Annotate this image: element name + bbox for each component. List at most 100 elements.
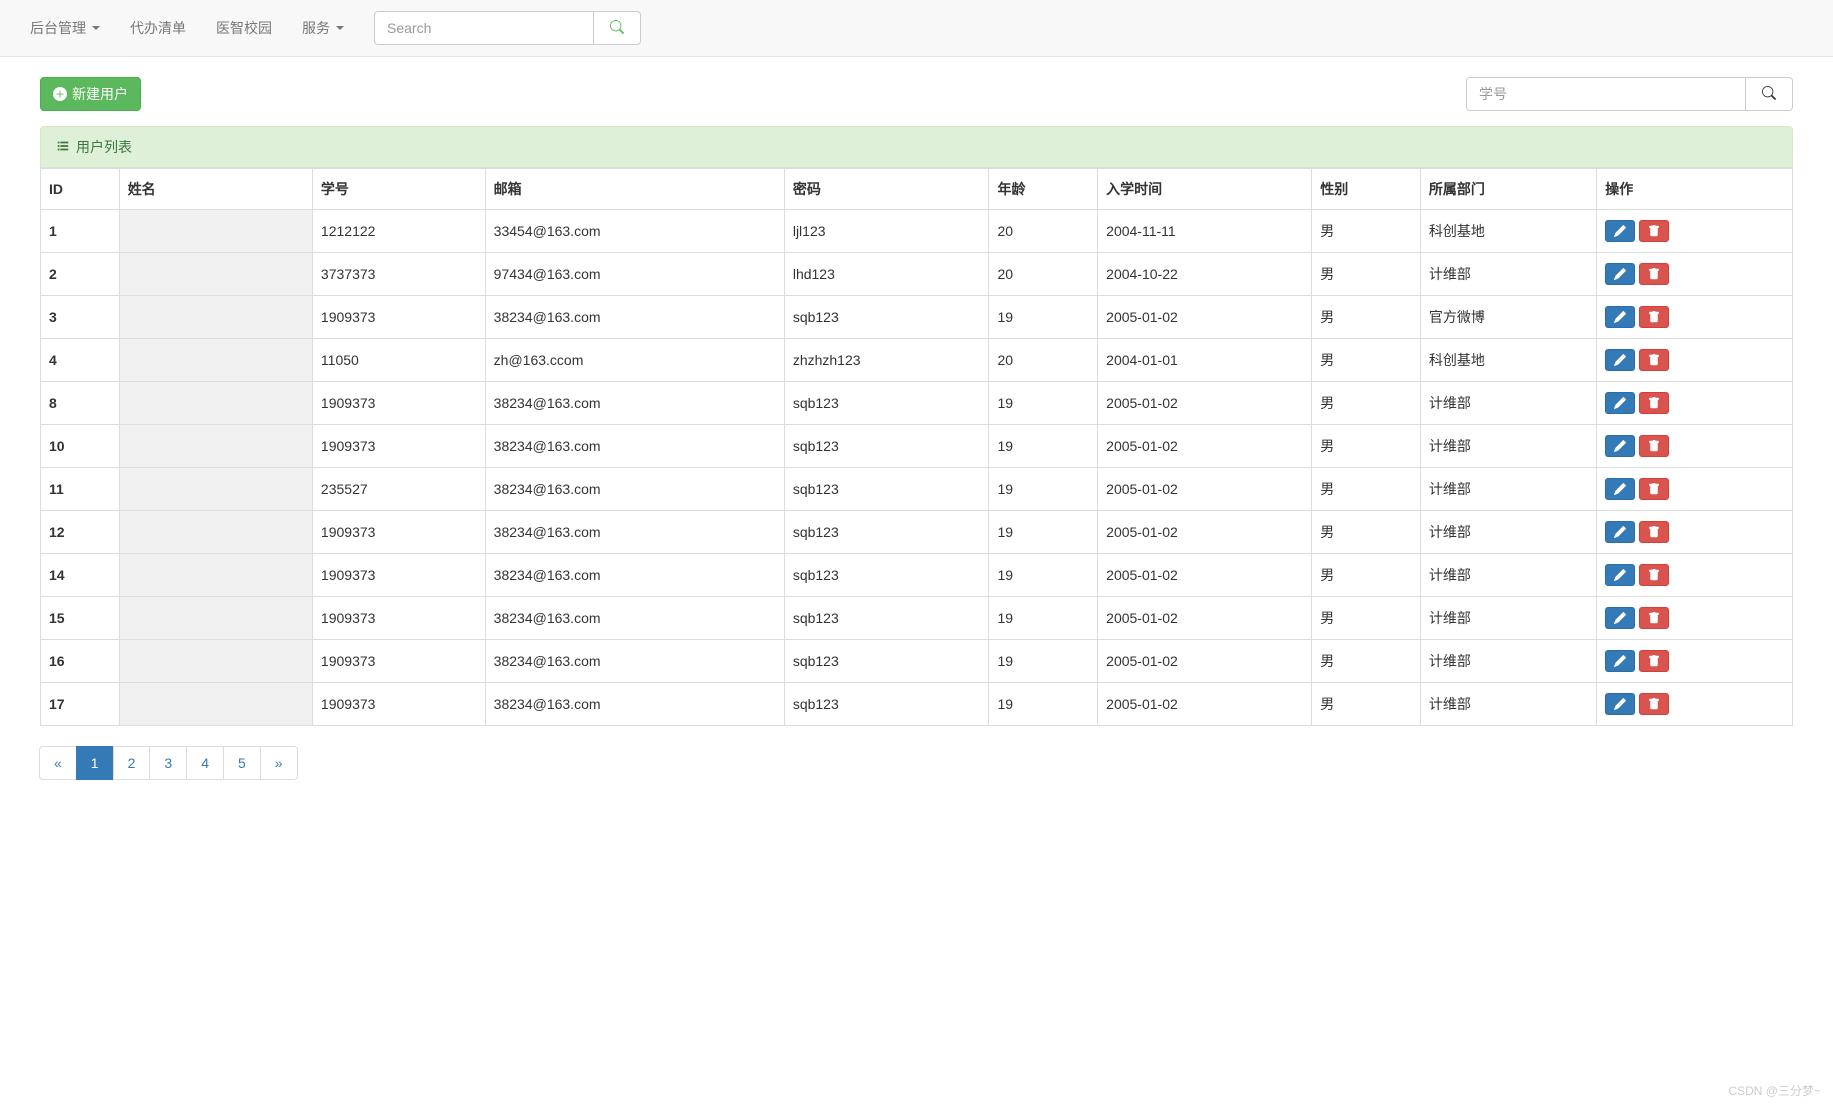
search-button[interactable] bbox=[1746, 77, 1793, 111]
edit-button[interactable] bbox=[1605, 435, 1635, 457]
delete-button[interactable] bbox=[1639, 564, 1669, 586]
cell-name bbox=[119, 683, 312, 726]
delete-button[interactable] bbox=[1639, 306, 1669, 328]
cell-enroll: 2005-01-02 bbox=[1098, 296, 1312, 339]
edit-icon bbox=[1614, 483, 1626, 495]
cell-actions bbox=[1597, 597, 1793, 640]
edit-button[interactable] bbox=[1605, 220, 1635, 242]
edit-icon bbox=[1614, 655, 1626, 667]
cell-age: 19 bbox=[989, 554, 1098, 597]
col-header-5: 年龄 bbox=[989, 169, 1098, 210]
cell-age: 20 bbox=[989, 339, 1098, 382]
nav-item-2[interactable]: 医智校园 bbox=[201, 8, 287, 48]
cell-dept: 计维部 bbox=[1420, 468, 1596, 511]
col-header-0: ID bbox=[41, 169, 120, 210]
page-5[interactable]: 5 bbox=[224, 747, 260, 779]
watermark: CSDN @三分梦~ bbox=[1728, 1082, 1821, 1099]
edit-button[interactable] bbox=[1605, 564, 1635, 586]
cell-gender: 男 bbox=[1312, 683, 1421, 726]
cell-gender: 男 bbox=[1312, 210, 1421, 253]
edit-button[interactable] bbox=[1605, 349, 1635, 371]
page-3[interactable]: 3 bbox=[150, 747, 186, 779]
edit-icon bbox=[1614, 311, 1626, 323]
edit-button[interactable] bbox=[1605, 693, 1635, 715]
cell-age: 19 bbox=[989, 382, 1098, 425]
col-header-3: 邮箱 bbox=[485, 169, 784, 210]
cell-password: sqb123 bbox=[784, 597, 989, 640]
cell-student-no: 1909373 bbox=[312, 382, 485, 425]
cell-password: lhd123 bbox=[784, 253, 989, 296]
toolbar: 新建用户 bbox=[40, 77, 1793, 111]
delete-button[interactable] bbox=[1639, 607, 1669, 629]
cell-dept: 科创基地 bbox=[1420, 210, 1596, 253]
edit-icon bbox=[1614, 569, 1626, 581]
nav-search-input[interactable] bbox=[374, 11, 594, 45]
edit-button[interactable] bbox=[1605, 478, 1635, 500]
student-no-search-input[interactable] bbox=[1466, 77, 1746, 111]
cell-enroll: 2005-01-02 bbox=[1098, 683, 1312, 726]
delete-button[interactable] bbox=[1639, 435, 1669, 457]
cell-email: 38234@163.com bbox=[485, 597, 784, 640]
delete-button[interactable] bbox=[1639, 478, 1669, 500]
page-4[interactable]: 4 bbox=[187, 747, 223, 779]
nav-search-button[interactable] bbox=[594, 11, 641, 45]
cell-student-no: 235527 bbox=[312, 468, 485, 511]
delete-button[interactable] bbox=[1639, 392, 1669, 414]
cell-dept: 计维部 bbox=[1420, 253, 1596, 296]
cell-id: 12 bbox=[41, 511, 120, 554]
edit-button[interactable] bbox=[1605, 306, 1635, 328]
delete-button[interactable] bbox=[1639, 349, 1669, 371]
trash-icon bbox=[1648, 569, 1660, 581]
search-icon bbox=[1762, 88, 1776, 103]
cell-student-no: 11050 bbox=[312, 339, 485, 382]
cell-gender: 男 bbox=[1312, 296, 1421, 339]
cell-dept: 计维部 bbox=[1420, 597, 1596, 640]
cell-actions bbox=[1597, 468, 1793, 511]
cell-enroll: 2004-11-11 bbox=[1098, 210, 1312, 253]
pagination: «12345» bbox=[40, 746, 1793, 780]
table-row: 14190937338234@163.comsqb123192005-01-02… bbox=[41, 554, 1793, 597]
edit-button[interactable] bbox=[1605, 521, 1635, 543]
trash-icon bbox=[1648, 612, 1660, 624]
nav-item-0[interactable]: 后台管理 bbox=[15, 8, 115, 48]
edit-button[interactable] bbox=[1605, 392, 1635, 414]
cell-name bbox=[119, 511, 312, 554]
nav-item-3[interactable]: 服务 bbox=[287, 8, 359, 48]
edit-button[interactable] bbox=[1605, 607, 1635, 629]
nav-item-1[interactable]: 代办清单 bbox=[115, 8, 201, 48]
cell-email: 38234@163.com bbox=[485, 640, 784, 683]
page-prev[interactable]: « bbox=[40, 747, 76, 779]
cell-enroll: 2005-01-02 bbox=[1098, 468, 1312, 511]
nav-item-label: 后台管理 bbox=[30, 18, 86, 38]
cell-gender: 男 bbox=[1312, 640, 1421, 683]
cell-enroll: 2005-01-02 bbox=[1098, 425, 1312, 468]
edit-button[interactable] bbox=[1605, 263, 1635, 285]
cell-enroll: 2005-01-02 bbox=[1098, 511, 1312, 554]
page-next[interactable]: » bbox=[261, 747, 297, 779]
delete-button[interactable] bbox=[1639, 693, 1669, 715]
edit-icon bbox=[1614, 354, 1626, 366]
table-row: 1123552738234@163.comsqb123192005-01-02男… bbox=[41, 468, 1793, 511]
cell-dept: 计维部 bbox=[1420, 640, 1596, 683]
delete-button[interactable] bbox=[1639, 521, 1669, 543]
cell-enroll: 2005-01-02 bbox=[1098, 597, 1312, 640]
cell-name bbox=[119, 597, 312, 640]
delete-button[interactable] bbox=[1639, 263, 1669, 285]
cell-gender: 男 bbox=[1312, 425, 1421, 468]
new-user-button[interactable]: 新建用户 bbox=[40, 77, 141, 111]
cell-actions bbox=[1597, 210, 1793, 253]
delete-button[interactable] bbox=[1639, 650, 1669, 672]
table-row: 2373737397434@163.comlhd123202004-10-22男… bbox=[41, 253, 1793, 296]
page-1[interactable]: 1 bbox=[77, 747, 113, 779]
edit-icon bbox=[1614, 526, 1626, 538]
cell-enroll: 2005-01-02 bbox=[1098, 640, 1312, 683]
navbar: 后台管理 代办清单医智校园服务 bbox=[0, 0, 1833, 57]
cell-actions bbox=[1597, 554, 1793, 597]
cell-email: 38234@163.com bbox=[485, 382, 784, 425]
edit-button[interactable] bbox=[1605, 650, 1635, 672]
nav-search-group bbox=[374, 11, 641, 45]
trash-icon bbox=[1648, 483, 1660, 495]
page-2[interactable]: 2 bbox=[114, 747, 150, 779]
cell-name bbox=[119, 210, 312, 253]
delete-button[interactable] bbox=[1639, 220, 1669, 242]
